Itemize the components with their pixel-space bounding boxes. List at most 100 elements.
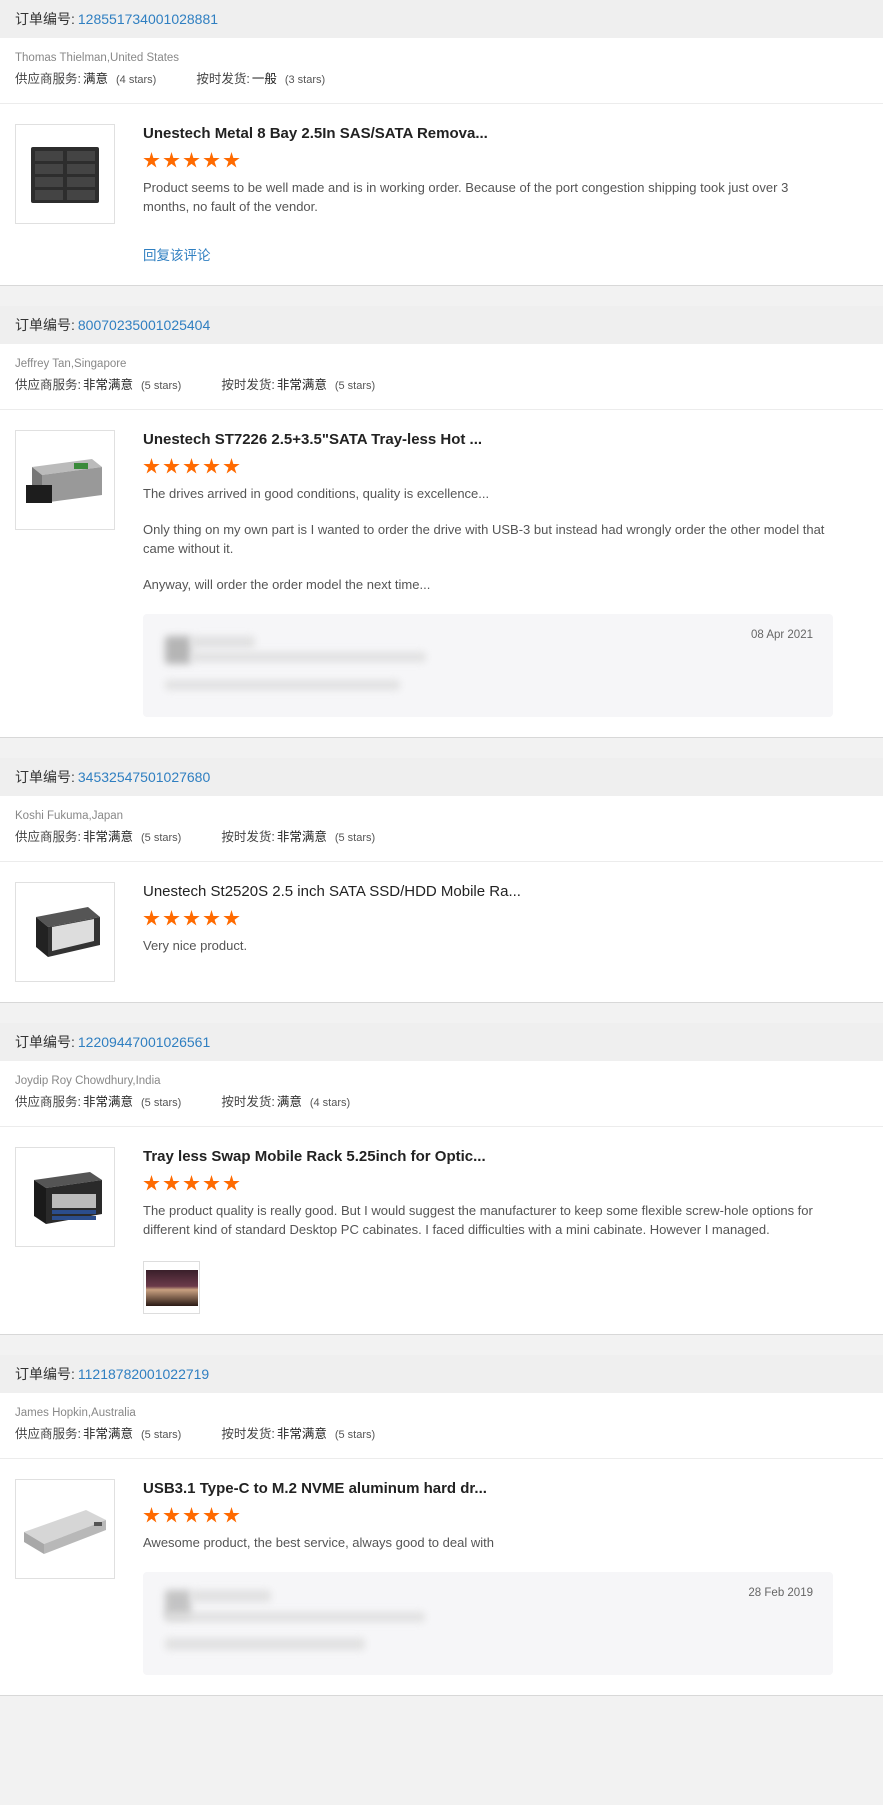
blurred-text: [165, 1612, 425, 1622]
star-icon: [203, 152, 220, 168]
star-icon: [203, 458, 220, 474]
on-time-shipping-rating: 按时发货: 非常满意 (5 stars): [221, 1425, 375, 1444]
product-thumbnail[interactable]: [15, 124, 115, 224]
supplier-service-label: 供应商服务:: [15, 378, 81, 392]
review-paragraph: Very nice product.: [143, 938, 248, 953]
review-text: The product quality is really good. But …: [143, 1201, 833, 1239]
product-thumbnail[interactable]: [15, 1479, 115, 1579]
on-time-shipping-value: 一般: [251, 72, 277, 86]
supplier-service-label: 供应商服务:: [15, 830, 81, 844]
blurred-text: [191, 1590, 271, 1602]
on-time-shipping-stars: (5 stars): [334, 1429, 376, 1441]
order-number-link[interactable]: 11218782001022719: [78, 1366, 209, 1382]
on-time-shipping-rating: 按时发货: 一般 (3 stars): [196, 70, 325, 89]
product-title-link[interactable]: Tray less Swap Mobile Rack 5.25inch for …: [143, 1147, 833, 1167]
blurred-text: [191, 636, 255, 648]
on-time-shipping-label: 按时发货:: [196, 72, 250, 86]
on-time-shipping-value: 非常满意: [276, 830, 327, 844]
product-title-link[interactable]: Unestech ST7226 2.5+3.5"SATA Tray-less H…: [143, 430, 833, 450]
review-paragraph: The product quality is really good. But …: [143, 1203, 813, 1237]
order-number-link[interactable]: 12209447001026561: [78, 1034, 210, 1050]
on-time-shipping-label: 按时发货:: [221, 1427, 275, 1441]
supplier-service-rating: 供应商服务: 非常满意 (5 stars): [15, 376, 181, 395]
star-icon: [163, 458, 180, 474]
store-ratings: 供应商服务: 非常满意 (5 stars) 按时发货: 非常满意 (5 star…: [15, 1425, 868, 1444]
buyer-name: Joydip Roy Chowdhury,India: [15, 1075, 161, 1087]
order-number-link[interactable]: 80070235001025404: [78, 317, 210, 333]
product-thumbnail[interactable]: [15, 882, 115, 982]
supplier-service-label: 供应商服务:: [15, 72, 81, 86]
seller-reply: 28 Feb 2019: [143, 1572, 833, 1675]
product-title-link[interactable]: Unestech St2520S 2.5 inch SATA SSD/HDD M…: [143, 882, 833, 902]
star-rating: [143, 1175, 833, 1195]
product-title-link[interactable]: Unestech Metal 8 Bay 2.5In SAS/SATA Remo…: [143, 124, 833, 144]
star-rating: [143, 910, 833, 930]
mobile-rack-image: [36, 907, 100, 957]
order-card: 订单编号: 80070235001025404 Jeffrey Tan,Sing…: [0, 306, 883, 738]
order-number-label: 订单编号:: [15, 1034, 75, 1050]
review-paragraph: The drives arrived in good conditions, q…: [143, 486, 490, 501]
order-header: 订单编号: 34532547501027680: [0, 758, 883, 796]
star-icon: [183, 1175, 200, 1191]
star-icon: [163, 1507, 180, 1523]
order-number-label: 订单编号:: [15, 11, 75, 27]
supplier-service-value: 非常满意: [82, 1427, 133, 1441]
store-ratings: 供应商服务: 满意 (4 stars) 按时发货: 一般 (3 stars): [15, 70, 868, 89]
drive-bay-image: [31, 147, 99, 203]
star-icon: [143, 1175, 160, 1191]
order-header: 订单编号: 128551734001028881: [0, 0, 883, 38]
on-time-shipping-value: 满意: [276, 1095, 302, 1109]
buyer-name: James Hopkin,Australia: [15, 1407, 136, 1419]
review-text: The drives arrived in good conditions, q…: [143, 484, 833, 594]
review-body: USB3.1 Type-C to M.2 NVME aluminum hard …: [143, 1479, 833, 1675]
order-number-link[interactable]: 34532547501027680: [78, 769, 210, 785]
supplier-service-value: 非常满意: [82, 830, 133, 844]
review-paragraph: Anyway, will order the order model the n…: [143, 577, 431, 592]
product-title-link[interactable]: USB3.1 Type-C to M.2 NVME aluminum hard …: [143, 1479, 833, 1499]
buyer-name: Koshi Fukuma,Japan: [15, 810, 124, 822]
on-time-shipping-rating: 按时发货: 满意 (4 stars): [221, 1093, 350, 1112]
supplier-service-stars: (4 stars): [116, 74, 157, 86]
on-time-shipping-stars: (3 stars): [284, 74, 326, 86]
supplier-service-value: 非常满意: [82, 1095, 133, 1109]
review-photo-image: [145, 1269, 198, 1306]
star-icon: [143, 910, 160, 926]
order-number-label: 订单编号:: [15, 317, 75, 333]
product-thumbnail[interactable]: [15, 1147, 115, 1247]
on-time-shipping-rating: 按时发货: 非常满意 (5 stars): [221, 376, 375, 395]
tray-less-enclosure-image: [26, 459, 102, 503]
star-icon: [163, 1175, 180, 1191]
star-icon: [223, 152, 240, 168]
review: Unestech ST7226 2.5+3.5"SATA Tray-less H…: [0, 410, 883, 737]
supplier-service-label: 供应商服务:: [15, 1095, 81, 1109]
order-number-link[interactable]: 128551734001028881: [78, 11, 218, 27]
star-rating: [143, 1507, 833, 1527]
buyer-info: Jeffrey Tan,Singapore 供应商服务: 非常满意 (5 sta…: [0, 344, 883, 410]
review-photo[interactable]: [143, 1261, 200, 1314]
review: Tray less Swap Mobile Rack 5.25inch for …: [0, 1127, 883, 1334]
blurred-text: [165, 680, 400, 690]
store-ratings: 供应商服务: 非常满意 (5 stars) 按时发货: 非常满意 (5 star…: [15, 376, 868, 395]
on-time-shipping-stars: (5 stars): [334, 380, 376, 392]
supplier-service-rating: 供应商服务: 满意 (4 stars): [15, 70, 156, 89]
supplier-service-stars: (5 stars): [141, 1097, 182, 1109]
supplier-service-stars: (5 stars): [141, 1429, 182, 1441]
supplier-service-label: 供应商服务:: [15, 1427, 81, 1441]
review-paragraph: Only thing on my own part is I wanted to…: [143, 522, 825, 556]
star-icon: [203, 1507, 220, 1523]
reply-review-link[interactable]: 回复该评论: [143, 244, 211, 264]
review-paragraph: Product seems to be well made and is in …: [143, 180, 789, 214]
store-ratings: 供应商服务: 非常满意 (5 stars) 按时发货: 满意 (4 stars): [15, 1093, 868, 1112]
review: USB3.1 Type-C to M.2 NVME aluminum hard …: [0, 1459, 883, 1695]
supplier-service-stars: (5 stars): [141, 380, 182, 392]
star-icon: [203, 1175, 220, 1191]
product-thumbnail[interactable]: [15, 430, 115, 530]
order-card: 订单编号: 34532547501027680 Koshi Fukuma,Jap…: [0, 758, 883, 1003]
order-card: 订单编号: 11218782001022719 James Hopkin,Aus…: [0, 1355, 883, 1696]
review-body: Tray less Swap Mobile Rack 5.25inch for …: [143, 1147, 833, 1314]
review-text: Awesome product, the best service, alway…: [143, 1533, 833, 1552]
review-list: 订单编号: 128551734001028881 Thomas Thielman…: [0, 0, 883, 1696]
swap-rack-image: [34, 1172, 102, 1224]
buyer-info: Thomas Thielman,United States 供应商服务: 满意 …: [0, 38, 883, 104]
on-time-shipping-rating: 按时发货: 非常满意 (5 stars): [221, 828, 375, 847]
